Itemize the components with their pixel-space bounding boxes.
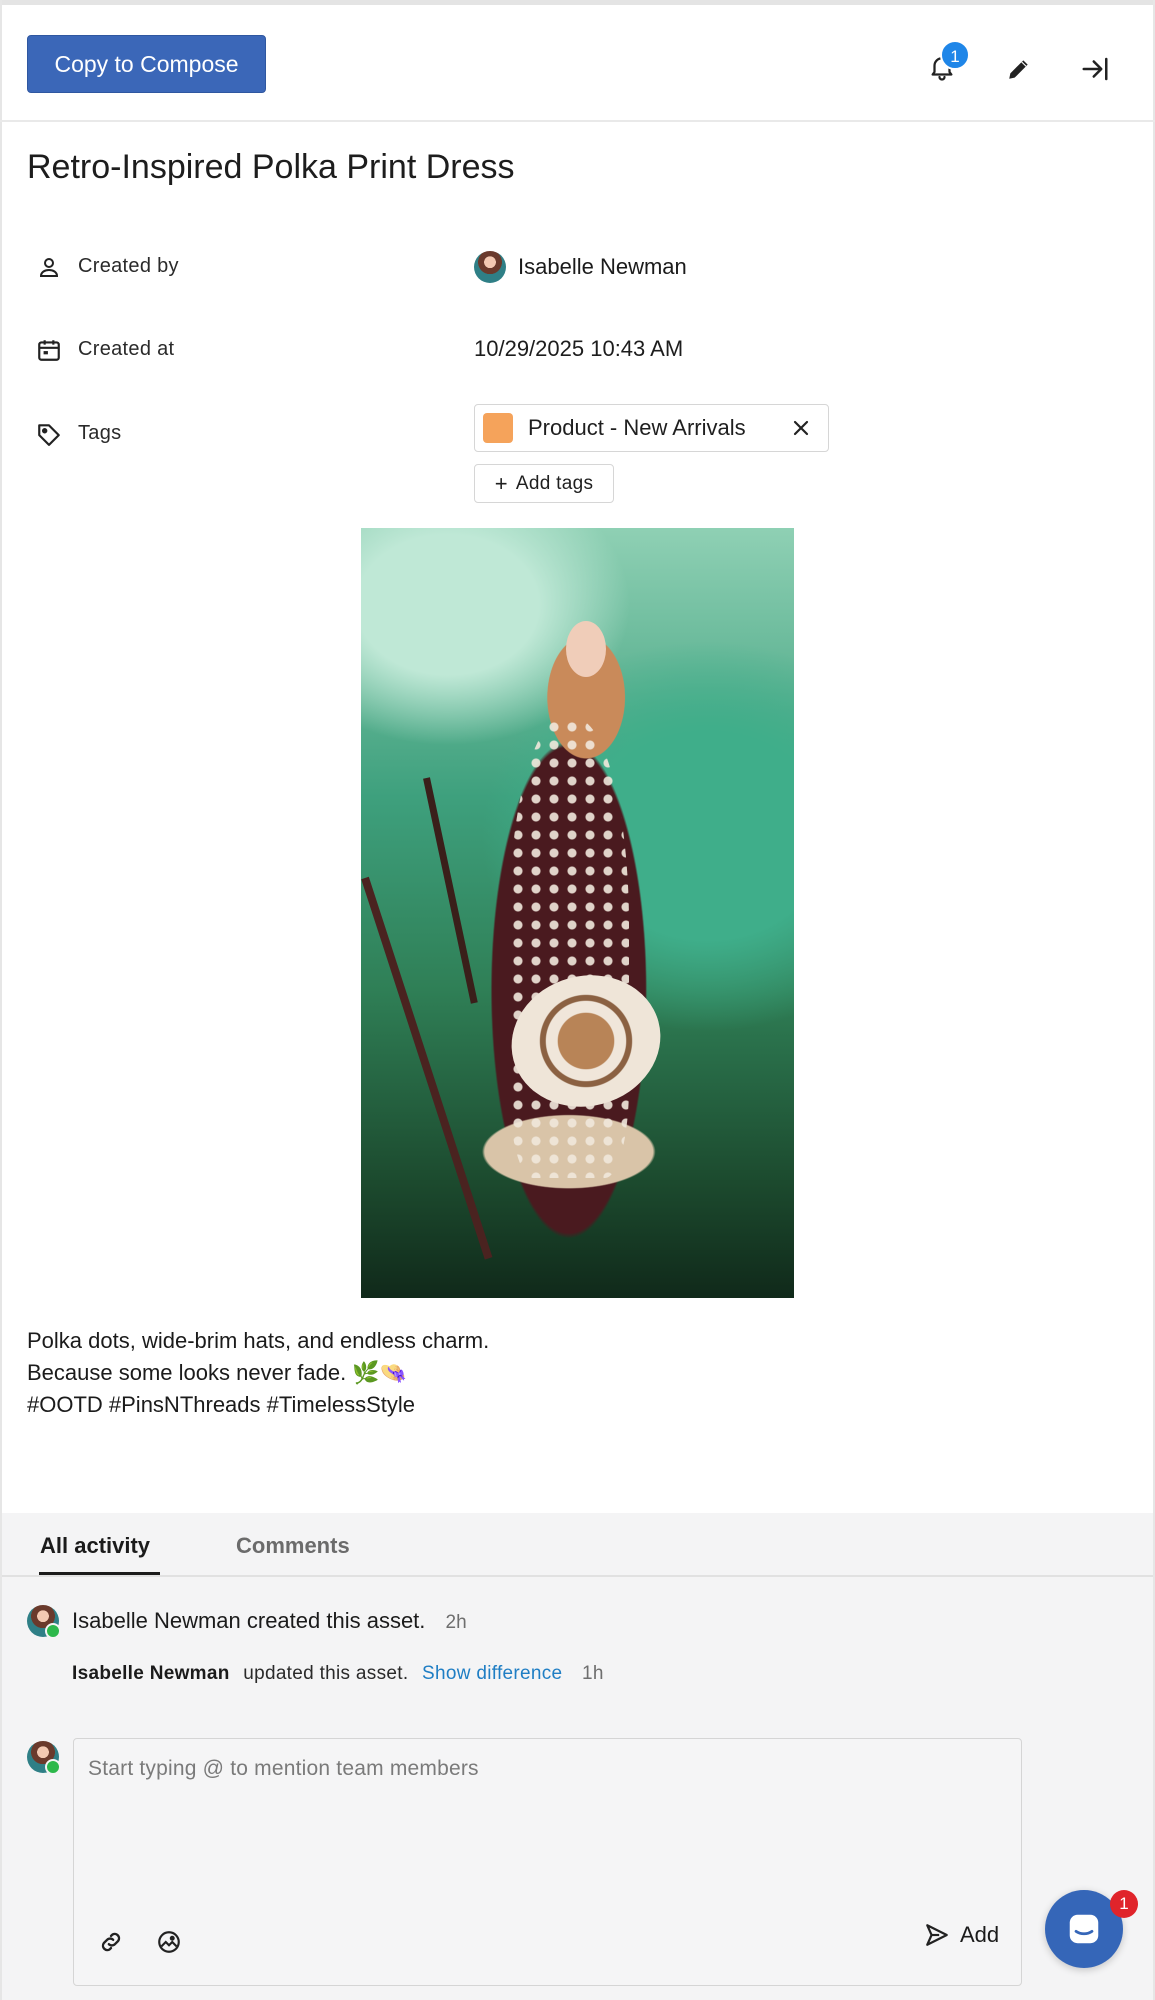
activity-user[interactable]: Isabelle Newman	[72, 1608, 241, 1633]
add-tags-button[interactable]: + Add tags	[474, 464, 614, 503]
activity-entry: Isabelle Newman updated this asset. Show…	[72, 1663, 604, 1685]
created-at-label: Created at	[78, 338, 175, 360]
comment-input[interactable]: Start typing @ to mention team members A…	[73, 1738, 1022, 1986]
show-difference-link[interactable]: Show difference	[422, 1663, 562, 1684]
activity-entry: Isabelle Newman created this asset. 2h	[72, 1608, 467, 1634]
caption-line: Polka dots, wide-brim hats, and endless …	[27, 1328, 490, 1353]
activity-text: updated this asset.	[243, 1663, 409, 1684]
pencil-icon[interactable]	[997, 47, 1041, 91]
tag-label: Product - New Arrivals	[528, 415, 746, 440]
send-icon	[926, 1924, 948, 1946]
created-by-row: Created by Isabelle Newman	[27, 242, 1127, 292]
caption-line: Because some looks never fade. 🌿👒	[27, 1360, 408, 1385]
created-by-label: Created by	[78, 255, 179, 277]
tag-color-swatch	[483, 413, 513, 443]
chat-icon	[1069, 1914, 1099, 1944]
close-icon[interactable]	[786, 413, 816, 443]
link-icon[interactable]	[96, 1927, 126, 1957]
created-at-value: 10/29/2025 10:43 AM	[474, 336, 684, 361]
person-icon	[35, 253, 63, 281]
activity-time: 2h	[445, 1612, 467, 1633]
asset-image[interactable]	[361, 528, 794, 1298]
caption-line: #OOTD #PinsNThreads #TimelessStyle	[27, 1392, 415, 1417]
calendar-icon	[35, 336, 63, 364]
chat-badge: 1	[1110, 1890, 1138, 1918]
avatar	[474, 251, 506, 283]
creator-name: Isabelle Newman	[518, 254, 687, 279]
asset-caption: Polka dots, wide-brim hats, and endless …	[27, 1325, 489, 1421]
tags-label: Tags	[78, 422, 122, 444]
tag-icon	[35, 420, 63, 448]
tab-all-activity[interactable]: All activity	[40, 1533, 150, 1559]
online-status-dot	[45, 1623, 61, 1639]
image-icon[interactable]	[154, 1927, 184, 1957]
asset-title: Retro-Inspired Polka Print Dress	[27, 148, 515, 186]
activity-tabs: All activity Comments	[2, 1513, 1153, 1577]
add-comment-button[interactable]: Add	[924, 1922, 999, 1948]
add-tags-label: Add tags	[515, 472, 594, 494]
active-tab-indicator	[39, 1572, 160, 1575]
notification-badge: 1	[940, 40, 970, 70]
panel-header: Copy to Compose 1	[0, 5, 1155, 122]
comment-avatar	[27, 1741, 61, 1775]
add-comment-label: Add	[960, 1922, 1000, 1947]
tab-comments[interactable]: Comments	[236, 1533, 350, 1559]
created-at-row: Created at 10/29/2025 10:43 AM	[27, 325, 1127, 375]
activity-panel: All activity Comments Isabelle Newman cr…	[2, 1513, 1153, 2000]
plus-icon: +	[494, 470, 508, 496]
activity-text: created this asset.	[246, 1608, 426, 1633]
activity-user[interactable]: Isabelle Newman	[72, 1663, 230, 1684]
tag-chip[interactable]: Product - New Arrivals	[474, 404, 829, 452]
copy-to-compose-button[interactable]: Copy to Compose	[27, 35, 266, 93]
comment-placeholder: Start typing @ to mention team members	[88, 1757, 479, 1780]
creator-value[interactable]: Isabelle Newman	[474, 251, 687, 283]
activity-avatar	[27, 1605, 61, 1639]
activity-time: 1h	[582, 1663, 604, 1684]
collapse-panel-icon[interactable]	[1073, 47, 1117, 91]
online-status-dot	[45, 1759, 61, 1775]
